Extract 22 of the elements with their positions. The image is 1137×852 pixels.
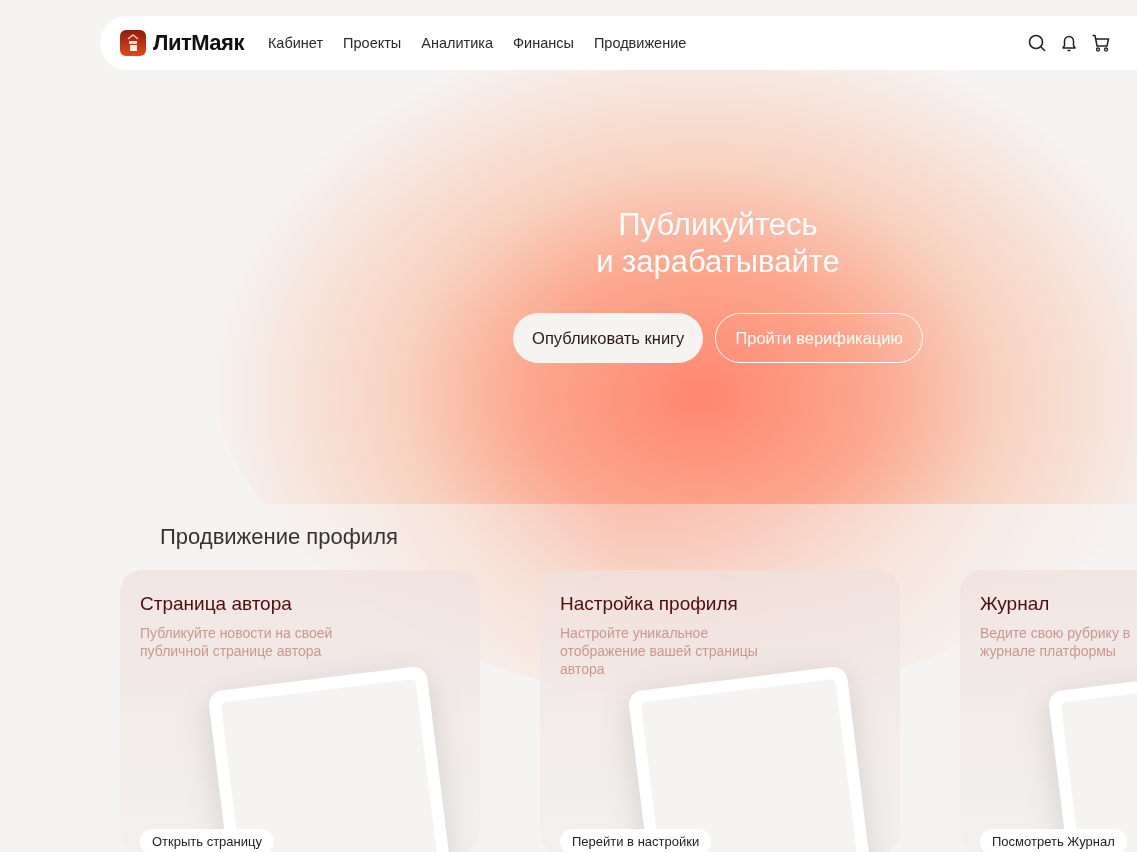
hero-title: Публикуйтесь и зарабатывайте <box>596 206 840 280</box>
nav-link[interactable]: Финансы <box>513 35 574 51</box>
nav-link[interactable]: Кабинет <box>267 35 324 51</box>
publish-button[interactable]: Опубликовать книгу <box>513 313 704 363</box>
card-title: Журнал <box>980 592 1051 616</box>
logo-text[interactable]: ЛитМаяк <box>153 30 244 56</box>
card-title: Страница автора <box>140 592 293 616</box>
bell-icon[interactable] <box>1059 33 1079 53</box>
nav-link[interactable]: Проекты <box>343 35 402 51</box>
section-title: Продвижение профиля <box>160 524 399 550</box>
cart-icon[interactable] <box>1091 33 1111 53</box>
nav-link[interactable]: Продвижение <box>593 35 687 51</box>
card-description: Ведите свою рубрику в журнале платформы <box>980 624 1132 660</box>
search-icon[interactable] <box>1027 33 1047 53</box>
card-button[interactable]: Посмотреть Журнал <box>980 829 1127 852</box>
card-title: Настройка профиля <box>560 592 739 616</box>
card-button[interactable]: Открыть страницу <box>140 829 274 852</box>
logo-icon[interactable] <box>120 30 146 56</box>
card-description: Настройте уникальное отображение вашей страницы автора <box>560 624 759 678</box>
nav-link[interactable]: Аналитика <box>421 35 494 51</box>
card-button[interactable]: Перейти в настройки <box>560 829 712 852</box>
card-description: Публикуйте новости на своей публичной странице автора <box>140 624 334 660</box>
